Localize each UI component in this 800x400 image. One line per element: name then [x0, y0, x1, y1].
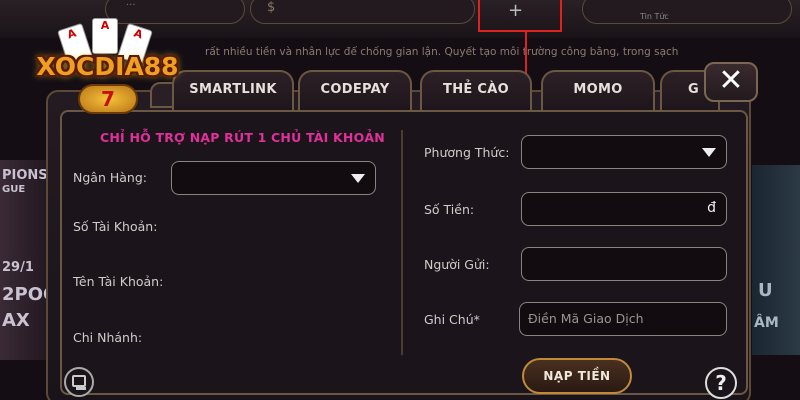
- xocdia88-logo[interactable]: A A A XOCDIA88 7: [20, 18, 195, 116]
- method-label: Phương Thức:: [424, 145, 510, 160]
- method-select[interactable]: [521, 135, 727, 169]
- sender-label: Người Gửi:: [424, 257, 490, 272]
- logo-text: XOCDIA88: [36, 52, 179, 81]
- promo-text: U: [758, 280, 773, 301]
- bank-label: Ngân Hàng:: [73, 170, 147, 185]
- right-promo-banner: U ÂM: [752, 165, 800, 355]
- news-label[interactable]: Tin Tức: [640, 12, 669, 21]
- branch-label: Chi Nhánh:: [73, 330, 143, 345]
- promo-text: 29/1: [2, 260, 34, 275]
- annotation-box: [478, 0, 562, 32]
- promo-text: GUE: [2, 184, 26, 195]
- account-number-label: Số Tài Khoản:: [73, 219, 158, 234]
- close-icon: ✕: [718, 63, 744, 98]
- left-promo-banner: PIONS GUE 29/1 2POO AX: [0, 160, 58, 360]
- amount-input[interactable]: đ: [521, 192, 727, 226]
- marquee-text: rất nhiều tiền và nhân lực để chống gian…: [205, 46, 679, 58]
- bank-select[interactable]: [171, 161, 376, 195]
- tab-momo[interactable]: MOMO: [541, 70, 655, 110]
- sender-input[interactable]: [521, 247, 727, 281]
- close-button[interactable]: ✕: [704, 62, 758, 102]
- promo-text: AX: [2, 310, 30, 331]
- help-icon: ?: [715, 371, 727, 395]
- top-pill-right[interactable]: [582, 0, 792, 24]
- top-pill-text: ...: [126, 0, 136, 8]
- promo-text: ÂM: [754, 315, 779, 331]
- chevron-down-icon: [702, 148, 716, 157]
- balance-pill[interactable]: [250, 0, 475, 24]
- lucky-seven-badge: 7: [78, 84, 138, 114]
- column-divider: [401, 130, 403, 355]
- dollar-icon: $: [267, 0, 276, 15]
- document-button[interactable]: [64, 367, 94, 397]
- tab-codepay[interactable]: CODEPAY: [298, 70, 412, 110]
- promo-text: PIONS: [2, 168, 48, 183]
- document-icon: [72, 375, 86, 387]
- note-label: Ghi Chú*: [424, 312, 480, 327]
- help-button[interactable]: ?: [705, 367, 737, 399]
- note-input[interactable]: Điền Mã Giao Dịch: [519, 302, 727, 336]
- single-account-notice: CHỈ HỖ TRỢ NẠP RÚT 1 CHỦ TÀI KHOẢN: [100, 130, 385, 145]
- note-placeholder: Điền Mã Giao Dịch: [528, 311, 644, 326]
- tab-the-cao[interactable]: THẺ CÀO: [420, 70, 532, 110]
- amount-label: Số Tiền:: [424, 202, 475, 217]
- deposit-button[interactable]: NẠP TIỀN: [522, 358, 632, 394]
- chevron-down-icon: [351, 174, 365, 183]
- currency-symbol: đ: [707, 200, 716, 216]
- account-name-label: Tên Tài Khoản:: [73, 274, 164, 289]
